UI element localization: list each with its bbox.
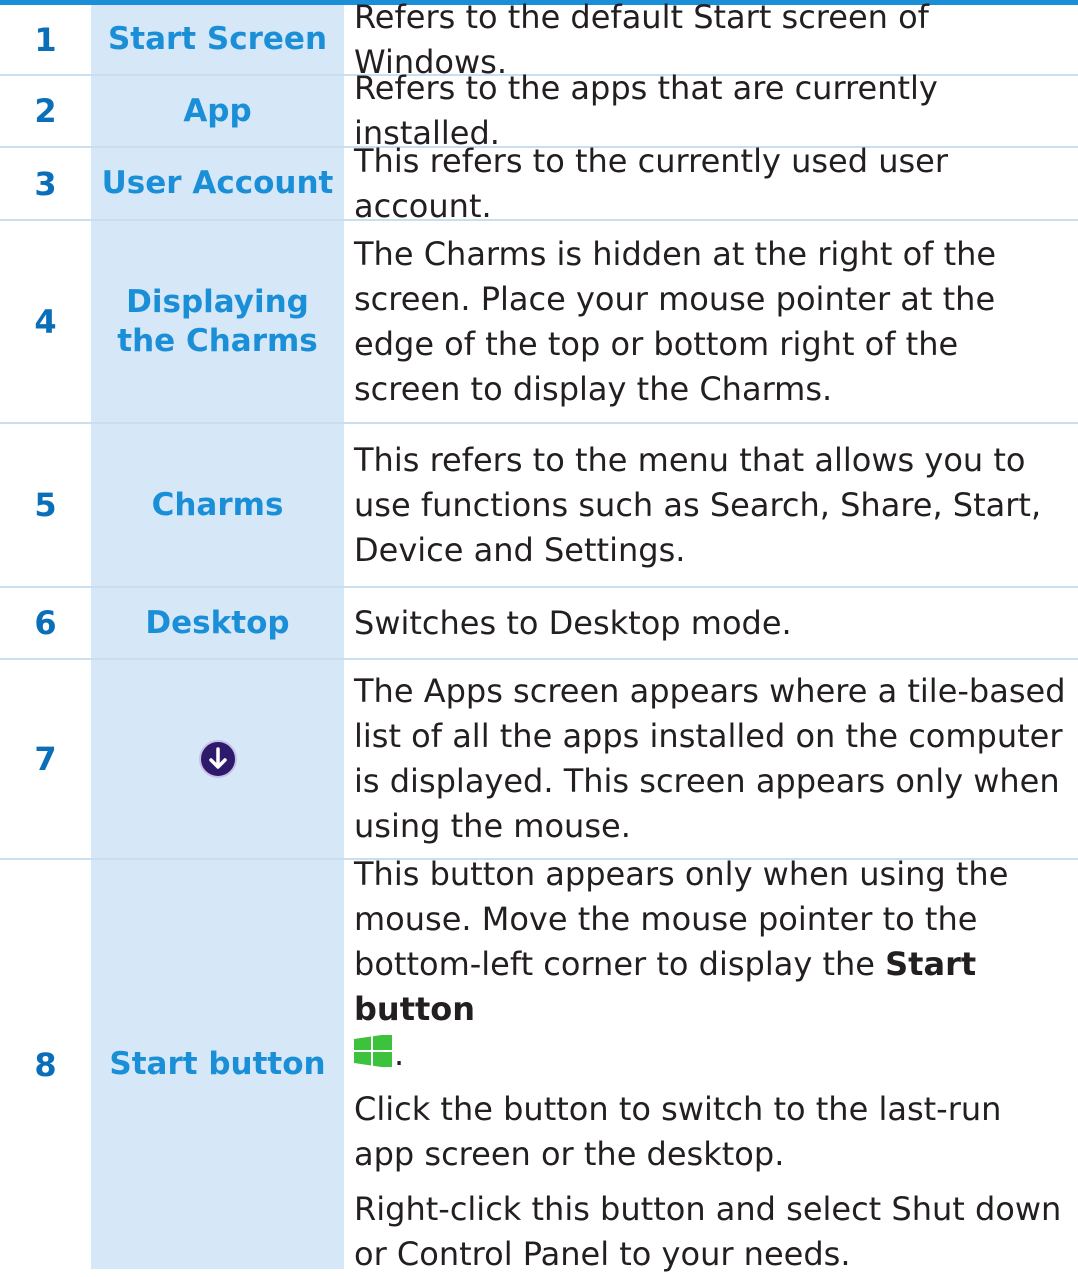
table-row: 5 Charms This refers to the menu that al…: [0, 424, 1078, 588]
description-text: The Apps screen appears where a tile-bas…: [354, 672, 1066, 845]
item-name: User Account: [91, 148, 344, 219]
row-number: 7: [34, 740, 57, 778]
item-description: Switches to Desktop mode.: [344, 588, 1078, 658]
table-row: 2 App Refers to the apps that are curren…: [0, 69, 1078, 152]
row-number: 2: [34, 92, 57, 130]
item-name: Start Screen: [91, 5, 344, 74]
table-row: 7 The Apps screen appears where a tile-b…: [0, 660, 1078, 860]
row-number: 3: [34, 164, 57, 203]
item-description: This refers to the currently used user a…: [344, 142, 1078, 225]
item-name: Charms: [91, 424, 344, 586]
legend-table: 1 Start Screen Refers to the default Sta…: [0, 0, 1078, 1273]
item-description: The Apps screen appears where a tile-bas…: [344, 660, 1078, 858]
description-text: This refers to the currently used user a…: [354, 141, 948, 225]
table-row: 8 Start button This button appears only …: [0, 855, 1078, 1273]
description-text: Right-click this button and select Shut …: [354, 1190, 1062, 1273]
item-name: Desktop: [91, 588, 344, 658]
item-description: The Charms is hidden at the right of the…: [344, 221, 1078, 422]
row-number: 6: [34, 604, 57, 642]
row-number: 1: [34, 20, 57, 59]
description-text: Click the button to switch to the last-r…: [354, 1090, 1002, 1173]
item-description: This refers to the menu that allows you …: [344, 424, 1078, 586]
description-text: The Charms is hidden at the right of the…: [354, 234, 997, 408]
item-description: Refers to the apps that are currently in…: [344, 69, 1078, 152]
down-arrow-circle-icon: [198, 740, 237, 778]
row-number: 5: [34, 486, 57, 524]
item-description: This button appears only when using the …: [344, 855, 1078, 1273]
description-text: Switches to Desktop mode.: [354, 603, 792, 642]
item-icon-cell: [91, 660, 344, 858]
item-name: App: [91, 76, 344, 146]
item-name: Start button: [91, 860, 344, 1269]
description-text: This button appears only when using the …: [354, 852, 1070, 1077]
table-row: 4 Displaying the Charms The Charms is hi…: [0, 221, 1078, 424]
table-row: 3 User Account This refers to the curren…: [0, 142, 1078, 225]
item-name: Displaying the Charms: [91, 221, 344, 422]
windows-logo-icon: [354, 1035, 392, 1067]
table-row: 6 Desktop Switches to Desktop mode.: [0, 588, 1078, 660]
row-number: 4: [34, 302, 57, 341]
item-description: Refers to the default Start screen of Wi…: [344, 0, 1078, 81]
row-number: 8: [34, 1045, 57, 1084]
description-text: This refers to the menu that allows you …: [354, 440, 1042, 569]
period: .: [394, 1035, 405, 1073]
